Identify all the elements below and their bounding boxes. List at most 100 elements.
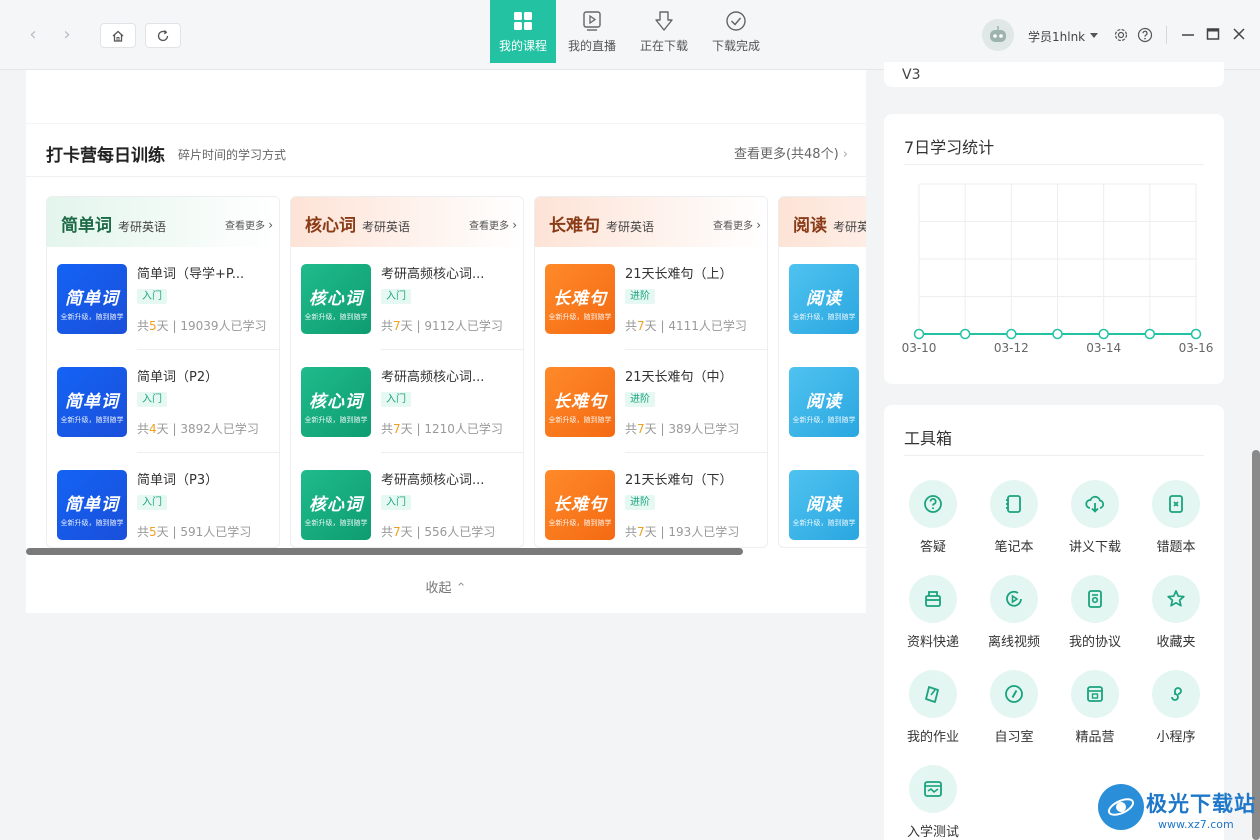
cards-scroller[interactable]: 简单词 考研英语 查看更多 › 简单词 全新升级，随到随学 简单词（导学+P...… — [46, 196, 866, 548]
course-days: 7 — [393, 525, 401, 539]
list-item[interactable]: 简单词 全新升级，随到随学 简单词（导学+P... 入门 共5天 | 19039… — [47, 247, 279, 350]
data-point — [913, 328, 925, 340]
course-thumbnail[interactable]: 核心词 全新升级，随到随学 — [301, 470, 371, 540]
horizontal-scrollbar[interactable] — [26, 547, 866, 555]
course-learners: 3892人已学习 — [180, 422, 259, 436]
card-view-more-link[interactable]: 查看更多 › — [225, 217, 273, 232]
back-arrow-icon[interactable]: ‹ — [20, 22, 46, 48]
list-item[interactable]: 长难句 全新升级，随到随学 21天长难句（中） 进阶 共7天 | 389人已学习 — [535, 350, 767, 453]
chevron-right-icon: › — [268, 218, 273, 232]
tool-homework[interactable]: 我的作业 — [898, 670, 968, 745]
card-more-label: 查看更多 — [225, 221, 265, 232]
tool-compass[interactable]: 自习室 — [979, 670, 1049, 745]
course-thumbnail[interactable]: 核心词 全新升级，随到随学 — [301, 367, 371, 437]
course-card: 核心词 考研英语 查看更多 › 核心词 全新升级，随到随学 考研高频核心词... … — [290, 196, 524, 548]
chevron-down-icon[interactable] — [1090, 33, 1098, 38]
level-badge: 进阶 — [625, 495, 655, 510]
refresh-button[interactable] — [145, 23, 181, 48]
forward-arrow-icon[interactable]: › — [54, 22, 80, 48]
course-title[interactable]: 简单词（P3） — [137, 469, 267, 488]
tool-agreement[interactable]: 我的协议 — [1060, 575, 1130, 650]
course-title[interactable]: 简单词（导学+P... — [137, 263, 267, 282]
tab-label: 我的直播 — [567, 39, 616, 53]
thumbnail-subtitle: 全新升级，随到随学 — [792, 313, 856, 321]
tool-wrong-book[interactable]: 错题本 — [1141, 480, 1211, 555]
course-card: 长难句 考研英语 查看更多 › 长难句 全新升级，随到随学 21天长难句（上） 进… — [534, 196, 768, 548]
level-badge: 入门 — [137, 392, 167, 407]
thumbnail-subtitle: 全新升级，随到随学 — [304, 313, 368, 321]
list-item[interactable]: 长难句 全新升级，随到随学 21天长难句（下） 进阶 共7天 | 193人已学习 — [535, 453, 767, 547]
close-icon[interactable] — [1231, 26, 1247, 42]
help-icon[interactable] — [1137, 27, 1153, 43]
tool-cloud-download[interactable]: 讲义下载 — [1060, 480, 1130, 555]
tool-test[interactable]: 入学测试 — [898, 765, 968, 840]
scrollbar-thumb[interactable] — [26, 548, 743, 555]
minimize-icon[interactable] — [1180, 26, 1196, 42]
list-item[interactable]: 核心词 全新升级，随到随学 考研高频核心词... 入门 共7天 | 9112人已… — [291, 247, 523, 350]
x-tick-label: 03-16 — [1179, 341, 1214, 355]
chevron-up-icon: ⌃ — [455, 581, 467, 596]
card-view-more-link[interactable]: 查看更多 › — [713, 217, 761, 232]
tool-question[interactable]: 答疑 — [898, 480, 968, 555]
chevron-right-icon: › — [842, 147, 848, 162]
home-button[interactable] — [100, 23, 136, 48]
thumbnail-title: 长难句 — [553, 495, 607, 515]
course-learners: 4111人已学习 — [668, 319, 747, 333]
tool-mini-program[interactable]: 小程序 — [1141, 670, 1211, 745]
list-item[interactable]: 核心词 全新升级，随到随学 考研高频核心词... 入门 共7天 | 1210人已… — [291, 350, 523, 453]
course-title[interactable]: 简单词（P2） — [137, 366, 267, 385]
list-item[interactable]: 核心词 全新升级，随到随学 考研高频核心词... 入门 共7天 | 556人已学… — [291, 453, 523, 547]
username[interactable]: 学员1hlnk — [1028, 28, 1085, 45]
course-title[interactable]: 考研高频核心词... — [381, 263, 511, 282]
tab-label: 我的课程 — [498, 39, 547, 53]
thumbnail-subtitle: 全新升级，随到随学 — [792, 416, 856, 424]
course-thumbnail[interactable]: 长难句 全新升级，随到随学 — [545, 470, 615, 540]
gear-icon[interactable] — [1113, 27, 1129, 43]
course-thumbnail[interactable]: 长难句 全新升级，随到随学 — [545, 264, 615, 334]
course-thumbnail[interactable]: 阅读 全新升级，随到随学 — [789, 264, 859, 334]
course-thumbnail[interactable]: 阅读 全新升级，随到随学 — [789, 367, 859, 437]
course-thumbnail[interactable]: 简单词 全新升级，随到随学 — [57, 367, 127, 437]
section-title: 打卡营每日训练 — [46, 146, 165, 166]
tab-download-complete[interactable]: 下载完成 — [700, 0, 772, 63]
course-thumbnail[interactable]: 阅读 全新升级，随到随学 — [789, 470, 859, 540]
course-title[interactable]: 考研高频核心词... — [381, 469, 511, 488]
card-category: 考研英语 — [833, 220, 866, 234]
tab-my-live[interactable]: 我的直播 — [556, 0, 628, 63]
tool-notebook[interactable]: 笔记本 — [979, 480, 1049, 555]
course-title[interactable]: 考研高频核心词... — [381, 366, 511, 385]
tool-camp[interactable]: 精品营 — [1060, 670, 1130, 745]
card-view-more-link[interactable]: 查看更多 › — [469, 217, 517, 232]
notebook-icon — [1006, 495, 1021, 513]
view-more-link[interactable]: 查看更多(共48个) › — [734, 143, 848, 162]
course-meta: 共7天 | 193人已学习 — [625, 525, 740, 539]
list-item[interactable]: 简单词 全新升级，随到随学 简单词（P2） 入门 共4天 | 3892人已学习 — [47, 350, 279, 453]
tool-express[interactable]: 资料快递 — [898, 575, 968, 650]
check-circle-icon — [726, 11, 746, 31]
cards-row: 简单词 考研英语 查看更多 › 简单词 全新升级，随到随学 简单词（导学+P...… — [46, 196, 866, 548]
list-item[interactable]: 长难句 全新升级，随到随学 21天长难句（上） 进阶 共7天 | 4111人已学… — [535, 247, 767, 350]
course-title[interactable]: 21天长难句（中） — [625, 366, 755, 385]
avatar[interactable] — [982, 19, 1014, 51]
tool-star[interactable]: 收藏夹 — [1141, 575, 1211, 650]
course-thumbnail[interactable]: 长难句 全新升级，随到随学 — [545, 367, 615, 437]
tool-offline-video[interactable]: 离线视频 — [979, 575, 1049, 650]
maximize-icon[interactable] — [1205, 26, 1221, 42]
course-title[interactable]: 21天长难句（下） — [625, 469, 755, 488]
course-thumbnail[interactable]: 简单词 全新升级，随到随学 — [57, 470, 127, 540]
list-item[interactable]: 阅读 全新升级，随到随学 — [779, 247, 866, 350]
list-item[interactable]: 阅读 全新升级，随到随学 — [779, 350, 866, 453]
course-thumbnail[interactable]: 简单词 全新升级，随到随学 — [57, 264, 127, 334]
list-item[interactable]: 简单词 全新升级，随到随学 简单词（P3） 入门 共5天 | 591人已学习 — [47, 453, 279, 547]
card-title: 核心词 考研英语 — [305, 211, 410, 236]
express-icon — [925, 591, 941, 607]
course-thumbnail[interactable]: 核心词 全新升级，随到随学 — [301, 264, 371, 334]
tool-label: 笔记本 — [994, 540, 1034, 555]
homework-icon — [925, 686, 939, 703]
list-item[interactable]: 阅读 全新升级，随到随学 — [779, 453, 866, 547]
level-badge: 入门 — [381, 495, 411, 510]
course-title[interactable]: 21天长难句（上） — [625, 263, 755, 282]
collapse-button[interactable]: 收起 ⌃ — [26, 577, 866, 596]
tab-my-courses[interactable]: 我的课程 — [490, 0, 556, 63]
tab-downloading[interactable]: 正在下载 — [628, 0, 700, 63]
